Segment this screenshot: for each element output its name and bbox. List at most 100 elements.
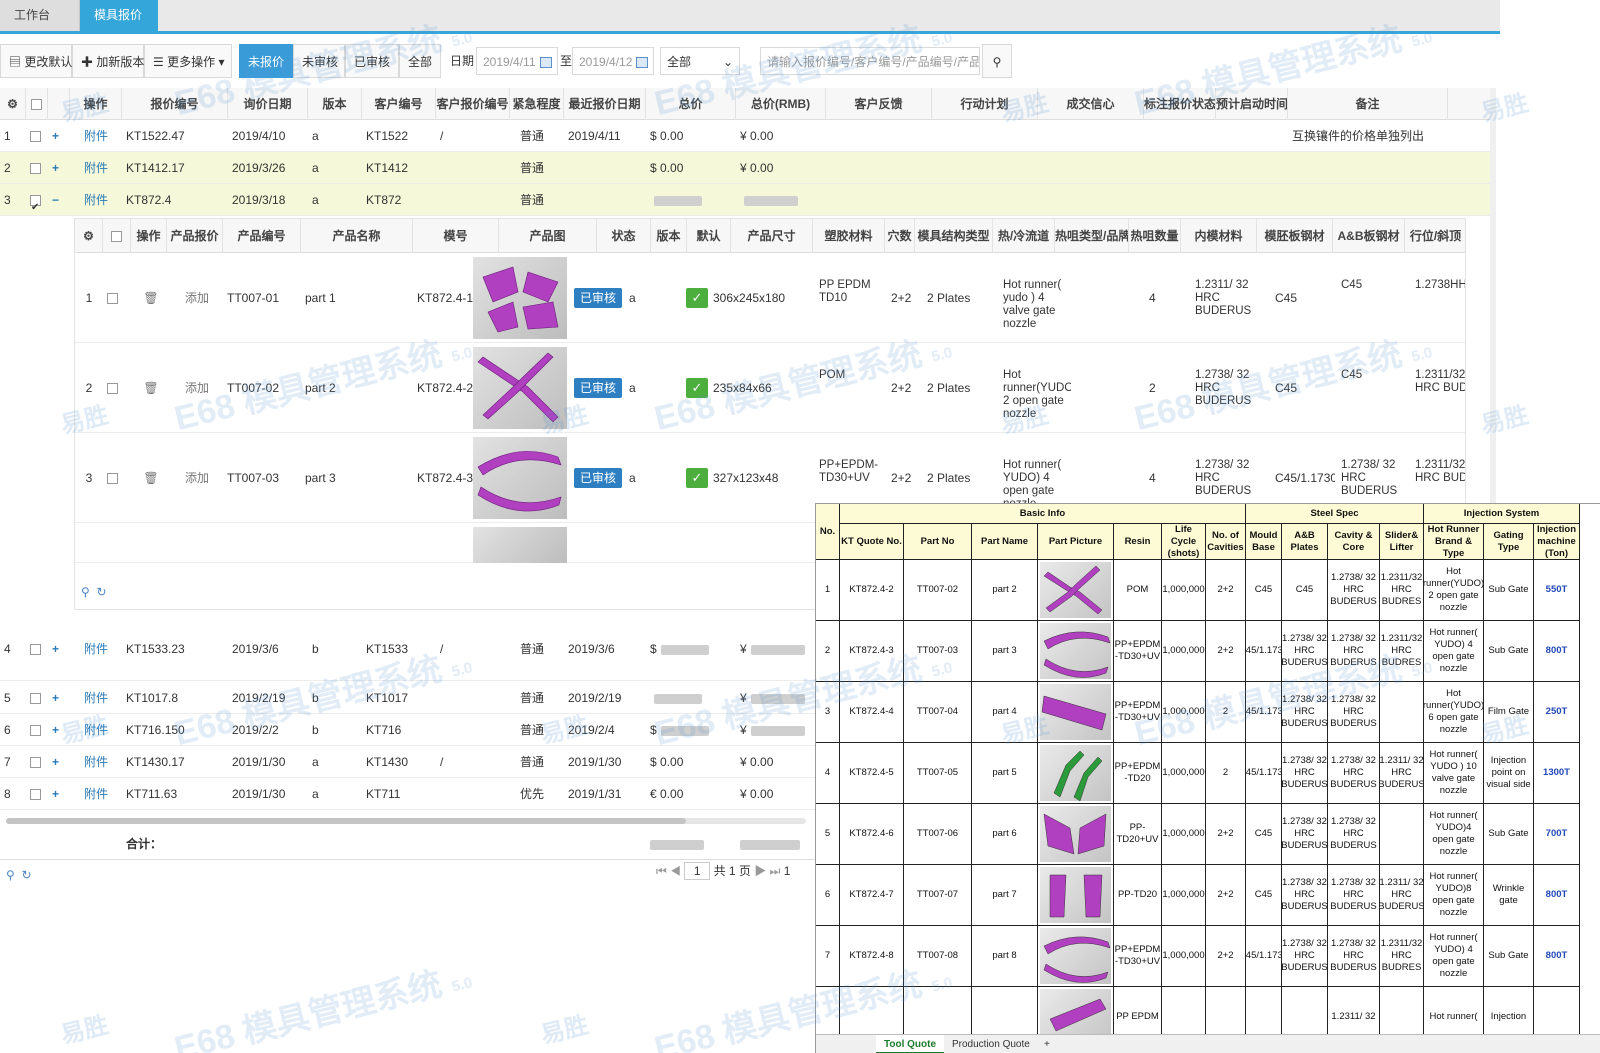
excel-cell[interactable]: 1.2311/32 HRC BUDRES xyxy=(1380,560,1424,621)
checkbox[interactable] xyxy=(30,789,41,801)
excel-col-header[interactable]: Slider& Lifter xyxy=(1380,524,1424,560)
excel-cell[interactable]: 1.2311/ 32 HRC BUDERUS xyxy=(1380,743,1424,804)
part-picture-cell[interactable] xyxy=(1038,682,1114,743)
excel-cell[interactable]: 2+2 xyxy=(1206,865,1246,926)
page-input[interactable]: 1 xyxy=(684,862,711,880)
excel-cell[interactable]: 1.2738/ 32 HRC BUDERUS xyxy=(1282,682,1328,743)
last-page-icon[interactable]: ⏭ xyxy=(770,864,781,878)
scope-select[interactable]: 全部 ⌄ xyxy=(660,47,740,75)
excel-cell[interactable]: KT872.4-2 xyxy=(840,560,904,621)
excel-cell[interactable]: 5 xyxy=(816,804,840,865)
excel-col-header[interactable]: Hot Runner Brand & Type xyxy=(1424,524,1484,560)
excel-cell[interactable]: 1300T xyxy=(1534,743,1580,804)
delete-icon[interactable]: 🗑 xyxy=(131,253,167,343)
excel-cell[interactable]: Sub Gate xyxy=(1484,804,1534,865)
check-icon[interactable]: ✓ xyxy=(686,288,708,308)
next-page-icon[interactable]: ▶ xyxy=(754,864,766,878)
col-header[interactable]: 预计启动时间 xyxy=(1216,88,1288,120)
excel-cell[interactable]: Injection point on visual side xyxy=(1484,743,1534,804)
col-header[interactable]: 询价日期 xyxy=(228,88,308,120)
excel-cell[interactable]: part 8 xyxy=(972,926,1038,987)
excel-cell[interactable]: 800T xyxy=(1534,621,1580,682)
add-quote-link[interactable]: 添加 xyxy=(167,253,223,343)
calendar-icon[interactable] xyxy=(539,57,552,69)
subtable-col-header[interactable]: 穴数 xyxy=(885,219,915,253)
attachment-link[interactable]: 附件 xyxy=(70,120,122,152)
excel-cell[interactable]: Hot runner( YUDO)8 open gate nozzle xyxy=(1424,865,1484,926)
product-image[interactable] xyxy=(473,527,567,563)
table-row[interactable]: 2 + 附件 KT1412.17 2019/3/26 a KT1412 普通 $ 0.00 ¥ 0… xyxy=(0,152,1490,184)
excel-cell[interactable]: C45/1.1730 xyxy=(1246,926,1282,987)
excel-cell[interactable]: TT007-08 xyxy=(904,926,972,987)
row-checkbox[interactable] xyxy=(103,343,131,433)
col-header[interactable]: 最近报价日期 xyxy=(564,88,646,120)
checkbox[interactable] xyxy=(107,293,118,305)
checkbox[interactable] xyxy=(30,725,41,737)
excel-cell[interactable]: TT007-04 xyxy=(904,682,972,743)
attachment-link[interactable]: 附件 xyxy=(70,746,122,778)
excel-cell[interactable]: C45/1.1730 xyxy=(1246,743,1282,804)
excel-cell[interactable]: 1.2738/ 32 HRC BUDERUS xyxy=(1328,865,1380,926)
excel-cell[interactable]: 1.2738/ 32 HRC BUDERUS xyxy=(1282,621,1328,682)
subtable-col-header[interactable]: 热/冷流道 xyxy=(993,219,1055,253)
checkbox[interactable] xyxy=(111,231,122,243)
col-header[interactable]: 标注报价状态 xyxy=(1144,88,1216,120)
excel-cell[interactable]: 1.2738/ 32 HRC BUDERUS xyxy=(1328,743,1380,804)
checkbox[interactable] xyxy=(107,473,118,485)
delete-icon[interactable]: 🗑 xyxy=(131,343,167,433)
excel-cell[interactable]: 2+2 xyxy=(1206,621,1246,682)
filter-unquoted-button[interactable]: 未报价 xyxy=(239,44,293,78)
tab-mold-quote[interactable]: 模具报价× xyxy=(80,0,158,54)
first-page-icon[interactable]: ⏮ xyxy=(656,864,667,878)
scrollbar-thumb[interactable] xyxy=(6,818,686,824)
subtable-col-header[interactable]: 热咀类型/品牌 xyxy=(1055,219,1129,253)
subtable-col-header[interactable]: 产品尺寸 xyxy=(731,219,813,253)
attachment-link[interactable]: 附件 xyxy=(70,617,122,681)
excel-cell[interactable]: 2+2 xyxy=(1206,560,1246,621)
subtable-col-header[interactable]: 热咀数量 xyxy=(1129,219,1181,253)
excel-cell[interactable]: 250T xyxy=(1534,682,1580,743)
excel-cell[interactable]: part 7 xyxy=(972,865,1038,926)
excel-cell[interactable]: Hot runner(YUDO) 6 open gate nozzle xyxy=(1424,682,1484,743)
search-input[interactable]: 请输入报价编号/客户编号/产品编号/产品名称 xyxy=(760,47,980,75)
expand-icon[interactable]: + xyxy=(48,778,70,810)
excel-cell[interactable]: part 4 xyxy=(972,682,1038,743)
subtable-col-header[interactable]: 模胚板钢材 xyxy=(1257,219,1333,253)
part-picture[interactable] xyxy=(1040,806,1111,862)
excel-cell[interactable]: 800T xyxy=(1534,865,1580,926)
product-image[interactable] xyxy=(473,347,567,429)
excel-cell[interactable]: 1.2738/ 32 HRC BUDERUS xyxy=(1328,804,1380,865)
attachment-link[interactable]: 附件 xyxy=(70,184,122,216)
product-row[interactable]: 2 🗑 添加 TT007-02 part 2 KT872.4-2 已审核 a ✓ 235x84x6… xyxy=(75,343,1465,433)
subtable-col-header[interactable]: 模号 xyxy=(413,219,499,253)
part-picture[interactable] xyxy=(1040,745,1111,802)
add-quote-link[interactable]: 添加 xyxy=(167,343,223,433)
search-button[interactable]: ⚲ xyxy=(982,44,1012,78)
subtable-col-header[interactable]: A&B板钢材 xyxy=(1333,219,1405,253)
excel-cell[interactable]: part 6 xyxy=(972,804,1038,865)
collapse-icon[interactable]: − xyxy=(48,184,70,216)
excel-cell[interactable]: 1,000,000 xyxy=(1162,682,1206,743)
part-picture[interactable] xyxy=(1040,623,1111,679)
col-header[interactable]: 版本 xyxy=(308,88,362,120)
add-version-button[interactable]: ✚ 加新版本 xyxy=(72,44,144,78)
checkbox[interactable] xyxy=(107,383,118,395)
excel-cell[interactable]: KT872.4-8 xyxy=(840,926,904,987)
excel-cell[interactable]: 4 xyxy=(816,743,840,804)
excel-cell[interactable]: 1.2738/ 32 HRC BUDERUS xyxy=(1282,804,1328,865)
delete-icon[interactable]: 🗑 xyxy=(131,433,167,523)
attachment-link[interactable]: 附件 xyxy=(70,682,122,714)
excel-col-header[interactable]: KT Quote No. xyxy=(840,524,904,560)
check-icon[interactable]: ✓ xyxy=(686,378,708,398)
subtable-col-header[interactable]: 产品编号 xyxy=(223,219,301,253)
row-checkbox[interactable] xyxy=(26,778,48,810)
row-checkbox[interactable] xyxy=(103,253,131,343)
row-checkbox[interactable] xyxy=(26,152,48,184)
select-all-checkbox[interactable] xyxy=(26,88,48,120)
excel-cell[interactable]: PP+EPDM -TD30+UV xyxy=(1114,926,1162,987)
excel-cell[interactable]: TT007-06 xyxy=(904,804,972,865)
excel-cell[interactable]: part 5 xyxy=(972,743,1038,804)
table-row[interactable]: 1 + 附件 KT1522.47 2019/4/10 a KT1522 / 普通 2019/4/1… xyxy=(0,120,1490,152)
excel-col-header[interactable]: Life Cycle (shots) xyxy=(1162,524,1206,560)
excel-cell[interactable]: 2 xyxy=(816,621,840,682)
